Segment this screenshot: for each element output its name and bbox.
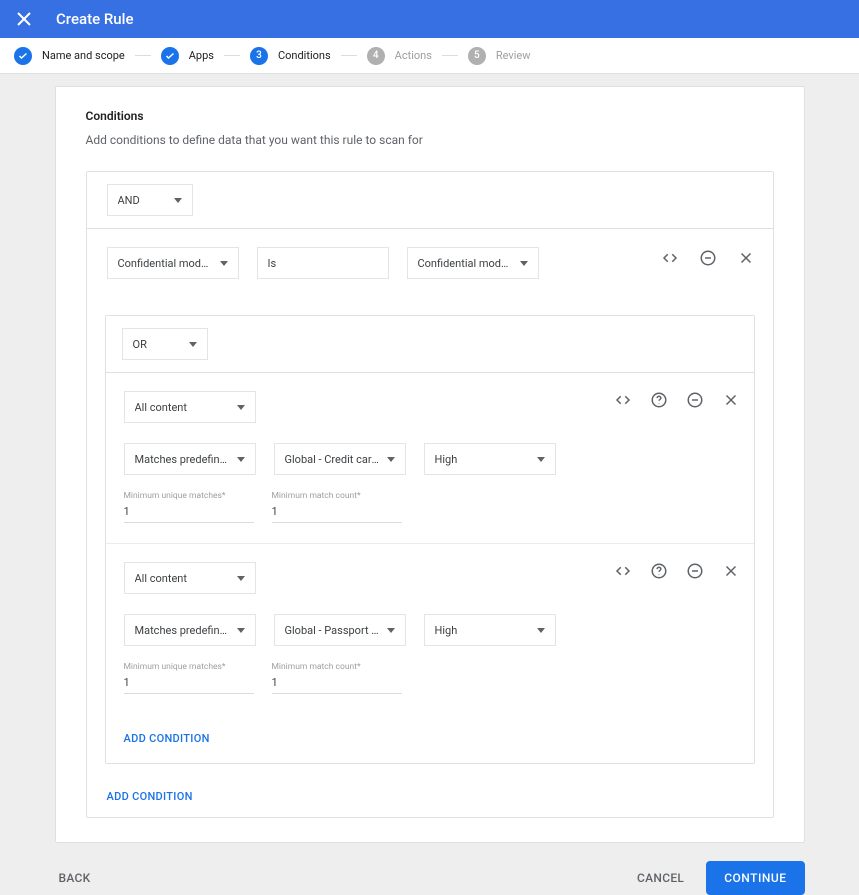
input-label: Minimum match count* xyxy=(272,491,402,501)
close-icon[interactable] xyxy=(722,562,740,580)
code-icon[interactable] xyxy=(614,562,632,580)
step-label: Actions xyxy=(395,49,432,62)
condition-field-select[interactable]: Confidential mode st … xyxy=(107,247,239,279)
scope-select[interactable]: All content xyxy=(124,562,256,594)
step-separator xyxy=(341,55,357,56)
chevron-down-icon xyxy=(537,628,545,633)
operator-value: Is xyxy=(268,257,378,270)
input-value: 1 xyxy=(124,505,254,518)
check-icon xyxy=(161,47,179,65)
conditions-card: Conditions Add conditions to define data… xyxy=(55,86,805,843)
chevron-down-icon xyxy=(237,628,245,633)
condition-row: Confidential mode st … Is Confidential m… xyxy=(87,229,773,297)
input-label: Minimum unique matches* xyxy=(124,491,254,501)
confidence-select[interactable]: High xyxy=(424,443,556,475)
input-value: 1 xyxy=(272,676,402,689)
step-label: Apps xyxy=(189,49,214,62)
conditions-container: AND Confidential mode st … Is Confidenti… xyxy=(86,171,774,818)
add-condition-outer-button[interactable]: ADD CONDITION xyxy=(87,772,773,817)
add-condition-inner-button[interactable]: ADD CONDITION xyxy=(106,714,754,763)
code-icon[interactable] xyxy=(614,391,632,409)
step-number: 4 xyxy=(367,47,385,65)
chevron-down-icon xyxy=(387,628,395,633)
input-label: Minimum unique matches* xyxy=(124,662,254,672)
chevron-down-icon xyxy=(220,261,228,266)
min-match-count-input[interactable]: Minimum match count* 1 xyxy=(272,662,402,694)
chevron-down-icon xyxy=(520,261,528,266)
help-icon[interactable] xyxy=(650,562,668,580)
value-text: Confidential mode dis … xyxy=(418,257,514,270)
close-icon[interactable] xyxy=(737,249,755,267)
app-bar: Create Rule xyxy=(0,0,859,38)
step-apps[interactable]: Apps xyxy=(161,47,214,65)
operator-select[interactable]: AND xyxy=(107,184,193,216)
condition-row-actions xyxy=(661,249,755,267)
confidence-select[interactable]: High xyxy=(424,614,556,646)
section-subtitle: Add conditions to define data that you w… xyxy=(86,133,774,147)
step-separator xyxy=(135,55,151,56)
code-icon[interactable] xyxy=(661,249,679,267)
chevron-down-icon xyxy=(537,457,545,462)
section-title: Conditions xyxy=(86,109,774,123)
check-icon xyxy=(14,47,32,65)
operator-select[interactable]: OR xyxy=(122,328,208,360)
cancel-button[interactable]: CANCEL xyxy=(633,863,688,893)
operator-row: AND xyxy=(87,172,773,229)
input-value: 1 xyxy=(124,676,254,689)
continue-button[interactable]: CONTINUE xyxy=(706,861,804,895)
match-value-select[interactable]: Global - Credit card n … xyxy=(274,443,406,475)
step-label: Review xyxy=(496,49,531,62)
chevron-down-icon xyxy=(237,576,245,581)
step-name-scope[interactable]: Name and scope xyxy=(14,47,125,65)
min-unique-matches-input[interactable]: Minimum unique matches* 1 xyxy=(124,491,254,523)
step-actions[interactable]: 4 Actions xyxy=(367,47,432,65)
step-separator xyxy=(442,55,458,56)
remove-circle-icon[interactable] xyxy=(699,249,717,267)
min-unique-matches-input[interactable]: Minimum unique matches* 1 xyxy=(124,662,254,694)
operator-value: AND xyxy=(118,194,168,207)
step-label: Conditions xyxy=(278,49,331,62)
match-value-select[interactable]: Global - Passport nu … xyxy=(274,614,406,646)
nested-condition-actions xyxy=(614,391,740,409)
input-label: Minimum match count* xyxy=(272,662,402,672)
field-value: Confidential mode st … xyxy=(118,257,214,270)
close-icon[interactable] xyxy=(722,391,740,409)
remove-circle-icon[interactable] xyxy=(686,391,704,409)
condition-operator-select[interactable]: Is xyxy=(257,247,389,279)
wizard-footer: BACK CANCEL CONTINUE xyxy=(55,861,805,895)
remove-circle-icon[interactable] xyxy=(686,562,704,580)
step-number: 5 xyxy=(468,47,486,65)
match-type-select[interactable]: Matches predefined d … xyxy=(124,614,256,646)
scope-value: All content xyxy=(135,401,231,414)
page-title: Create Rule xyxy=(56,10,133,28)
nested-group: OR All content xyxy=(105,315,755,764)
chevron-down-icon xyxy=(387,457,395,462)
operator-row: OR xyxy=(106,316,754,373)
min-match-count-input[interactable]: Minimum match count* 1 xyxy=(272,491,402,523)
step-conditions[interactable]: 3 Conditions xyxy=(250,47,331,65)
chevron-down-icon xyxy=(174,198,182,203)
nested-condition-actions xyxy=(614,562,740,580)
back-button[interactable]: BACK xyxy=(55,863,95,893)
nested-condition: All content Matches predefined d … xyxy=(106,373,754,543)
chevron-down-icon xyxy=(237,405,245,410)
input-value: 1 xyxy=(272,505,402,518)
chevron-down-icon xyxy=(237,457,245,462)
step-review[interactable]: 5 Review xyxy=(468,47,531,65)
scope-select[interactable]: All content xyxy=(124,391,256,423)
nested-condition: All content Matches predefined d … xyxy=(106,543,754,714)
operator-value: OR xyxy=(133,338,183,351)
close-icon[interactable] xyxy=(12,7,36,31)
condition-value-select[interactable]: Confidential mode dis … xyxy=(407,247,539,279)
page-body: Conditions Add conditions to define data… xyxy=(0,74,859,895)
chevron-down-icon xyxy=(189,342,197,347)
help-icon[interactable] xyxy=(650,391,668,409)
step-separator xyxy=(224,55,240,56)
step-label: Name and scope xyxy=(42,49,125,62)
step-number: 3 xyxy=(250,47,268,65)
match-type-select[interactable]: Matches predefined d … xyxy=(124,443,256,475)
stepper: Name and scope Apps 3 Conditions 4 Actio… xyxy=(0,38,859,74)
